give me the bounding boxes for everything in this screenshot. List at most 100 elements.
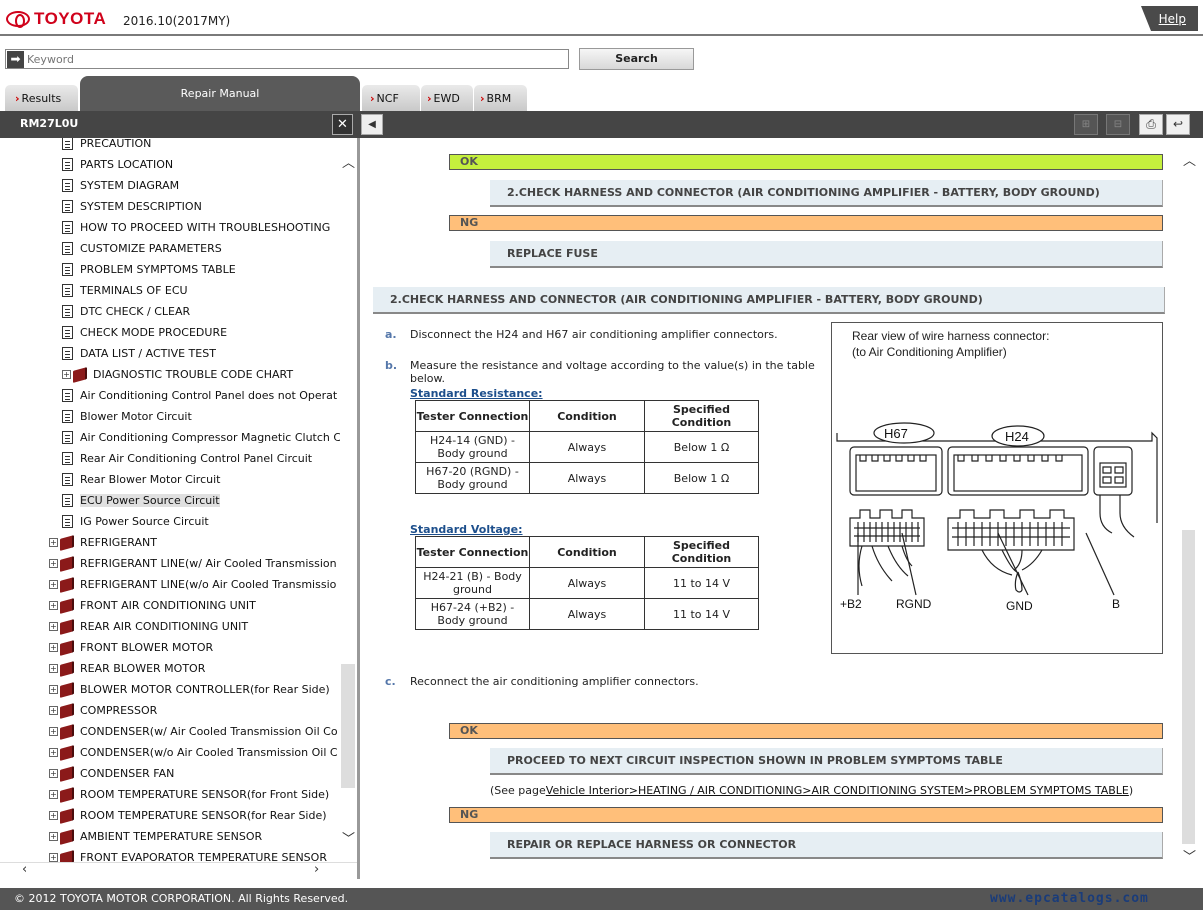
document-icon: [62, 263, 73, 276]
search-button[interactable]: Search: [579, 48, 694, 70]
expand-icon[interactable]: +: [49, 853, 58, 862]
tree-item[interactable]: + BLOWER MOTOR CONTROLLER(for Rear Side): [49, 679, 330, 700]
tab-repair-manual[interactable]: Repair Manual: [80, 76, 360, 112]
document-icon: [62, 305, 73, 318]
tree-item[interactable]: DATA LIST / ACTIVE TEST: [62, 343, 216, 364]
tree-item[interactable]: DTC CHECK / CLEAR: [62, 301, 190, 322]
tree-item[interactable]: ECU Power Source Circuit: [62, 490, 220, 511]
table-cell: Below 1 Ω: [644, 431, 759, 463]
expand-icon[interactable]: +: [49, 748, 58, 757]
tree-item[interactable]: CUSTOMIZE PARAMETERS: [62, 238, 222, 259]
scroll-right-icon[interactable]: ›: [314, 862, 319, 877]
tab-results[interactable]: › Results: [5, 85, 78, 111]
tree-item[interactable]: PARTS LOCATION: [62, 154, 173, 175]
tree-item[interactable]: + REFRIGERANT LINE(w/ Air Cooled Transmis…: [49, 553, 337, 574]
tree-item[interactable]: + REAR BLOWER MOTOR: [49, 658, 205, 679]
column-header: Condition: [529, 536, 645, 568]
tree-item[interactable]: + ROOM TEMPERATURE SENSOR(for Front Side): [49, 784, 329, 805]
tree-item[interactable]: SYSTEM DIAGRAM: [62, 175, 179, 196]
tree-item[interactable]: TERMINALS OF ECU: [62, 280, 188, 301]
tree-item[interactable]: + REFRIGERANT LINE(w/o Air Cooled Transmi…: [49, 574, 336, 595]
expand-icon[interactable]: +: [49, 580, 58, 589]
tab-ncf[interactable]: › NCF: [362, 85, 420, 111]
tree-item[interactable]: CHECK MODE PROCEDURE: [62, 322, 227, 343]
expand-icon[interactable]: +: [49, 559, 58, 568]
step-letter: a.: [385, 328, 397, 341]
close-icon[interactable]: ✕: [332, 114, 353, 135]
tree-item[interactable]: + AMBIENT TEMPERATURE SENSOR: [49, 826, 262, 847]
tree-item[interactable]: + FRONT AIR CONDITIONING UNIT: [49, 595, 256, 616]
step-link-proceed[interactable]: PROCEED TO NEXT CIRCUIT INSPECTION SHOWN…: [490, 748, 1163, 775]
expand-icon[interactable]: +: [49, 727, 58, 736]
expand-icon[interactable]: +: [49, 622, 58, 631]
step-link-check-harness[interactable]: 2.CHECK HARNESS AND CONNECTOR (AIR CONDI…: [490, 180, 1163, 207]
expand-icon[interactable]: +: [49, 685, 58, 694]
tree-item[interactable]: + REFRIGERANT: [49, 532, 157, 553]
ok-result-bar: OK: [449, 154, 1163, 170]
scroll-down-icon[interactable]: ﹀: [1183, 846, 1196, 865]
help-link[interactable]: Help: [1141, 6, 1198, 31]
tree-item[interactable]: Blower Motor Circuit: [62, 406, 192, 427]
tree-item[interactable]: + FRONT EVAPORATOR TEMPERATURE SENSOR: [49, 847, 327, 862]
tree-item[interactable]: Rear Blower Motor Circuit: [62, 469, 220, 490]
expand-icon[interactable]: +: [49, 538, 58, 547]
tree-item[interactable]: PROBLEM SYMPTOMS TABLE: [62, 259, 236, 280]
tree-item[interactable]: + CONDENSER FAN: [49, 763, 174, 784]
tab-ewd[interactable]: › EWD: [421, 85, 473, 111]
tree-item[interactable]: Air Conditioning Control Panel does not …: [62, 385, 337, 406]
table-row: H67-24 (+B2) - Body ground Always 11 to …: [415, 598, 759, 630]
document-icon: [62, 452, 73, 465]
scroll-up-icon[interactable]: ︿: [1183, 150, 1196, 169]
toolbar: [0, 111, 1203, 138]
tree-item[interactable]: + ROOM TEMPERATURE SENSOR(for Rear Side): [49, 805, 327, 826]
tree-item[interactable]: Air Conditioning Compressor Magnetic Clu…: [62, 427, 340, 448]
book-icon: [60, 576, 74, 593]
table-cell: 11 to 14 V: [644, 567, 759, 599]
ng-result-bar: NG: [449, 215, 1163, 231]
search-input[interactable]: [24, 51, 564, 67]
print-icon[interactable]: ⎙: [1139, 114, 1163, 135]
content-vertical-scrollbar[interactable]: ︿ ﹀: [1180, 138, 1198, 879]
tree-item[interactable]: + REAR AIR CONDITIONING UNIT: [49, 616, 248, 637]
tree-item[interactable]: HOW TO PROCEED WITH TROUBLESHOOTING: [62, 217, 330, 238]
scroll-left-icon[interactable]: ‹: [22, 862, 27, 877]
tree-vertical-scrollbar[interactable]: ︿ ﹀: [340, 138, 357, 862]
back-icon[interactable]: ↩: [1166, 114, 1190, 135]
column-header: Tester Connection: [415, 536, 530, 568]
search-box[interactable]: ➡: [5, 49, 569, 69]
scrollbar-thumb[interactable]: [341, 664, 355, 788]
tree-item-label: ECU Power Source Circuit: [80, 494, 220, 507]
book-icon: [60, 849, 74, 862]
expand-icon[interactable]: +: [49, 706, 58, 715]
tree-item[interactable]: IG Power Source Circuit: [62, 511, 209, 532]
book-icon: [60, 702, 74, 719]
tree-item-label: CONDENSER FAN: [80, 767, 175, 780]
see-page-link[interactable]: Vehicle Interior>HEATING / AIR CONDITION…: [546, 784, 1129, 797]
expand-icon[interactable]: +: [49, 769, 58, 778]
scroll-down-icon[interactable]: ﹀: [342, 828, 355, 847]
tree-item-label: REFRIGERANT: [80, 536, 157, 549]
scroll-up-icon[interactable]: ︿: [342, 152, 355, 171]
tree-item-label: REFRIGERANT LINE(w/o Air Cooled Transmis…: [80, 578, 337, 591]
chevron-right-icon: ›: [370, 92, 375, 105]
expand-icon[interactable]: +: [49, 643, 58, 652]
tree-item[interactable]: + COMPRESSOR: [49, 700, 157, 721]
tree-item[interactable]: PRECAUTION: [62, 138, 151, 154]
collapse-panel-icon[interactable]: ◀: [361, 114, 383, 135]
tree-item[interactable]: + CONDENSER(w/ Air Cooled Transmission Oi…: [49, 721, 338, 742]
expand-icon[interactable]: +: [49, 664, 58, 673]
tree-item[interactable]: SYSTEM DESCRIPTION: [62, 196, 202, 217]
expand-icon[interactable]: +: [49, 790, 58, 799]
tab-brm[interactable]: › BRM: [474, 85, 527, 111]
tree-item[interactable]: + DIAGNOSTIC TROUBLE CODE CHART: [62, 364, 293, 385]
tree-item[interactable]: + FRONT BLOWER MOTOR: [49, 637, 213, 658]
tree-item[interactable]: Rear Air Conditioning Control Panel Circ…: [62, 448, 312, 469]
expand-icon[interactable]: +: [62, 370, 71, 379]
expand-icon[interactable]: +: [49, 811, 58, 820]
book-icon: [60, 618, 74, 635]
tree-item[interactable]: + CONDENSER(w/o Air Cooled Transmission O…: [49, 742, 338, 763]
expand-icon[interactable]: +: [49, 601, 58, 610]
expand-icon[interactable]: +: [49, 832, 58, 841]
scrollbar-thumb[interactable]: [1182, 530, 1195, 844]
tree-horizontal-scrollbar[interactable]: ‹ ›: [0, 862, 357, 879]
